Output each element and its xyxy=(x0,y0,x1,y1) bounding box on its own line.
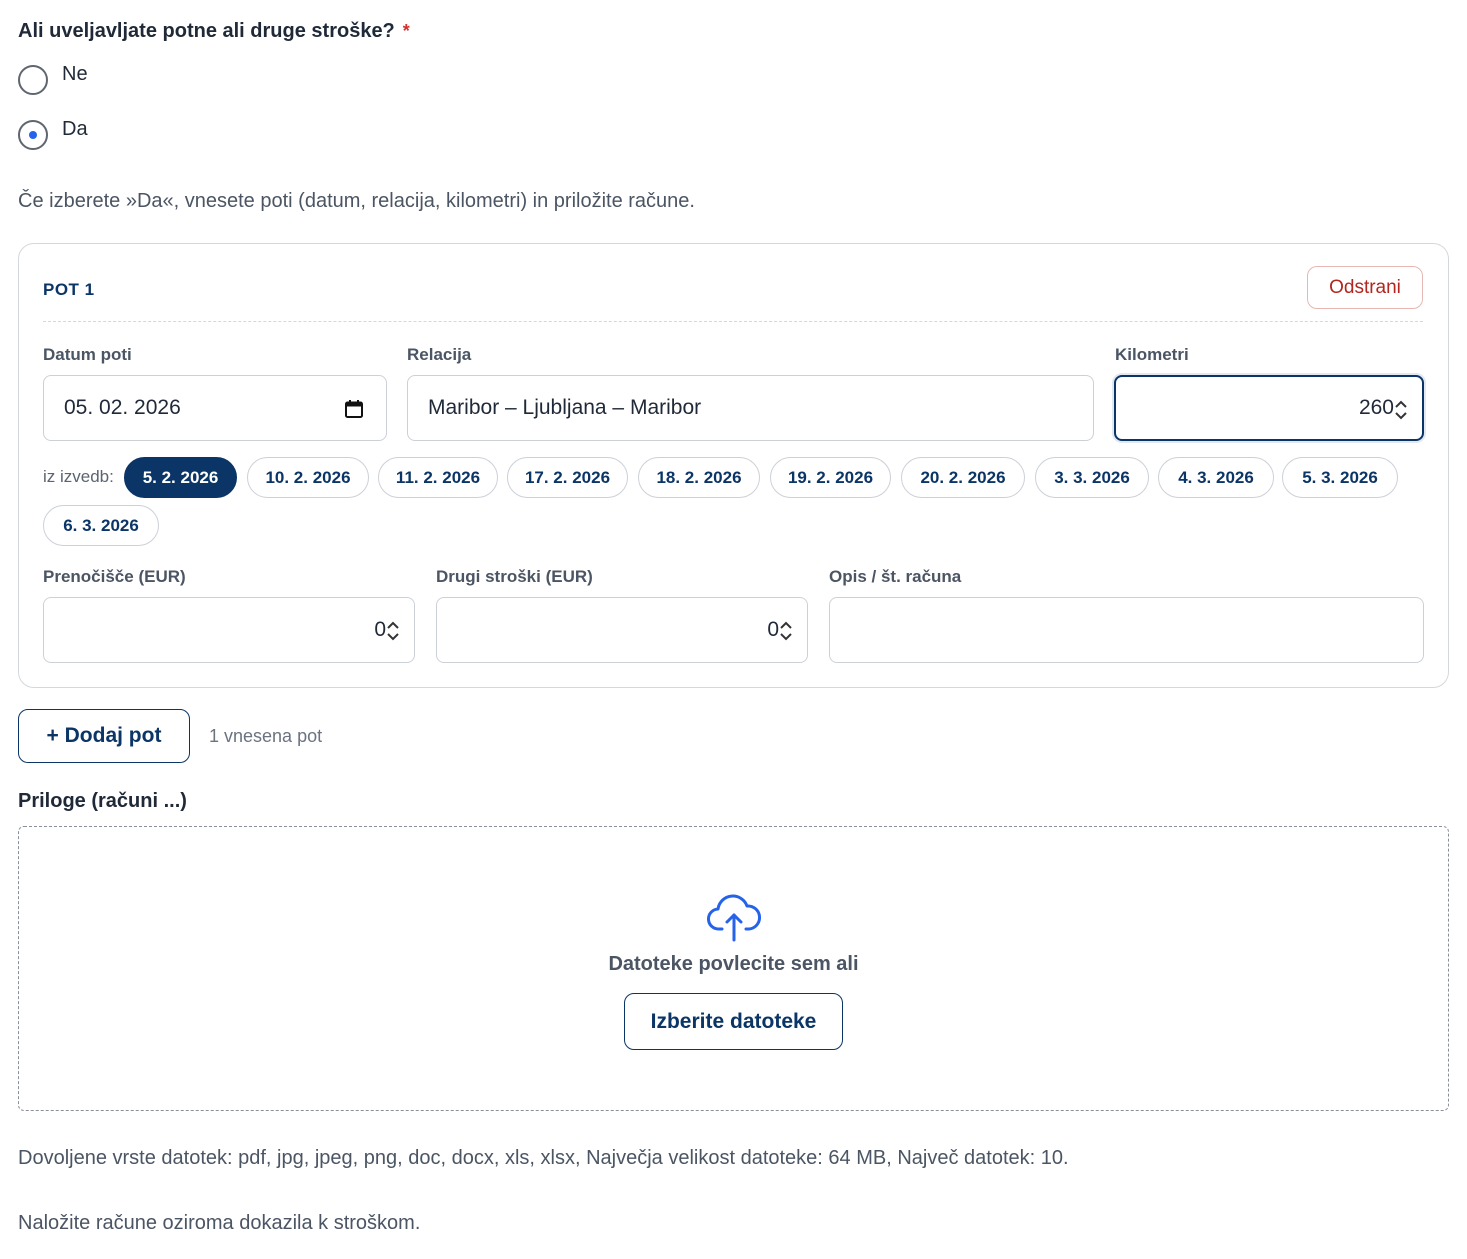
date-chip[interactable]: 18. 2. 2026 xyxy=(638,457,760,498)
file-dropzone[interactable]: Datoteke povlecite sem ali Izberite dato… xyxy=(18,826,1449,1111)
date-input[interactable]: 05. 02. 2026 xyxy=(43,375,387,441)
allowed-file-types: Dovoljene vrste datotek: pdf, jpg, jpeg,… xyxy=(18,1147,1069,1169)
trip-count: 1 vnesena pot xyxy=(209,726,323,746)
date-chip[interactable]: 5. 3. 2026 xyxy=(1282,457,1398,498)
km-label: Kilometri xyxy=(1115,345,1189,364)
date-chip[interactable]: 17. 2. 2026 xyxy=(507,457,628,498)
radio-option-ne[interactable]: Ne xyxy=(18,62,88,95)
lodging-value: 0 xyxy=(374,618,386,641)
km-value: 260 xyxy=(1358,396,1394,419)
date-chip[interactable]: 6. 3. 2026 xyxy=(43,505,159,546)
other-costs-value: 0 xyxy=(767,618,779,641)
spinner-icon[interactable] xyxy=(386,620,400,642)
date-chip[interactable]: 19. 2. 2026 xyxy=(770,457,891,498)
date-chip[interactable]: 5. 2. 2026 xyxy=(124,457,237,498)
date-chip[interactable]: 20. 2. 2026 xyxy=(901,457,1025,498)
date-chip[interactable]: 3. 3. 2026 xyxy=(1035,457,1149,498)
radio-button-ne[interactable] xyxy=(18,65,48,95)
remove-trip-button[interactable]: Odstrani xyxy=(1307,266,1423,309)
radio-label-da: Da xyxy=(62,118,88,140)
radio-option-da[interactable]: Da xyxy=(18,117,88,150)
add-trip-button[interactable]: + Dodaj pot xyxy=(18,709,190,763)
question-text: Ali uveljavljate potne ali druge stroške… xyxy=(18,20,395,42)
cloud-upload-icon xyxy=(707,894,761,942)
calendar-icon[interactable] xyxy=(344,399,364,419)
spinner-icon[interactable] xyxy=(779,620,793,642)
lodging-input[interactable]: 0 xyxy=(43,597,415,663)
choose-files-button[interactable]: Izberite datoteke xyxy=(624,993,843,1050)
drop-text: Datoteke povlecite sem ali xyxy=(608,953,859,975)
route-label: Relacija xyxy=(407,345,472,364)
other-costs-label: Drugi stroški (EUR) xyxy=(436,567,593,586)
date-chip[interactable]: 11. 2. 2026 xyxy=(378,457,498,498)
radio-button-da[interactable] xyxy=(18,120,48,150)
route-value: Maribor – Ljubljana – Maribor xyxy=(428,396,702,419)
description-input[interactable] xyxy=(829,597,1424,663)
date-label: Datum poti xyxy=(43,345,132,364)
attachments-label: Priloge (računi ...) xyxy=(18,790,187,812)
route-input[interactable]: Maribor – Ljubljana – Maribor xyxy=(407,375,1094,441)
radio-label-ne: Ne xyxy=(62,63,88,85)
question-label: Ali uveljavljate potne ali druge stroške… xyxy=(18,20,410,43)
dates-label: iz izvedb: xyxy=(43,467,114,486)
date-value: 05. 02. 2026 xyxy=(64,396,181,419)
trip-card: POT 1 Odstrani Datum poti 05. 02. 2026 R… xyxy=(18,243,1449,688)
trip-title: POT 1 xyxy=(43,280,95,299)
required-mark: * xyxy=(402,21,410,41)
card-divider xyxy=(43,321,1423,322)
trip-hint-text: Če izberete »Da«, vnesete poti (datum, r… xyxy=(18,190,695,212)
upload-hint: Naložite račune oziroma dokazila k stroš… xyxy=(18,1212,421,1234)
km-input[interactable]: 260 xyxy=(1114,375,1424,441)
lodging-label: Prenočišče (EUR) xyxy=(43,567,186,586)
description-label: Opis / št. računa xyxy=(829,567,962,586)
date-chip[interactable]: 4. 3. 2026 xyxy=(1158,457,1274,498)
spinner-icon[interactable] xyxy=(1394,399,1408,421)
date-chip[interactable]: 10. 2. 2026 xyxy=(247,457,369,498)
other-costs-input[interactable]: 0 xyxy=(436,597,808,663)
